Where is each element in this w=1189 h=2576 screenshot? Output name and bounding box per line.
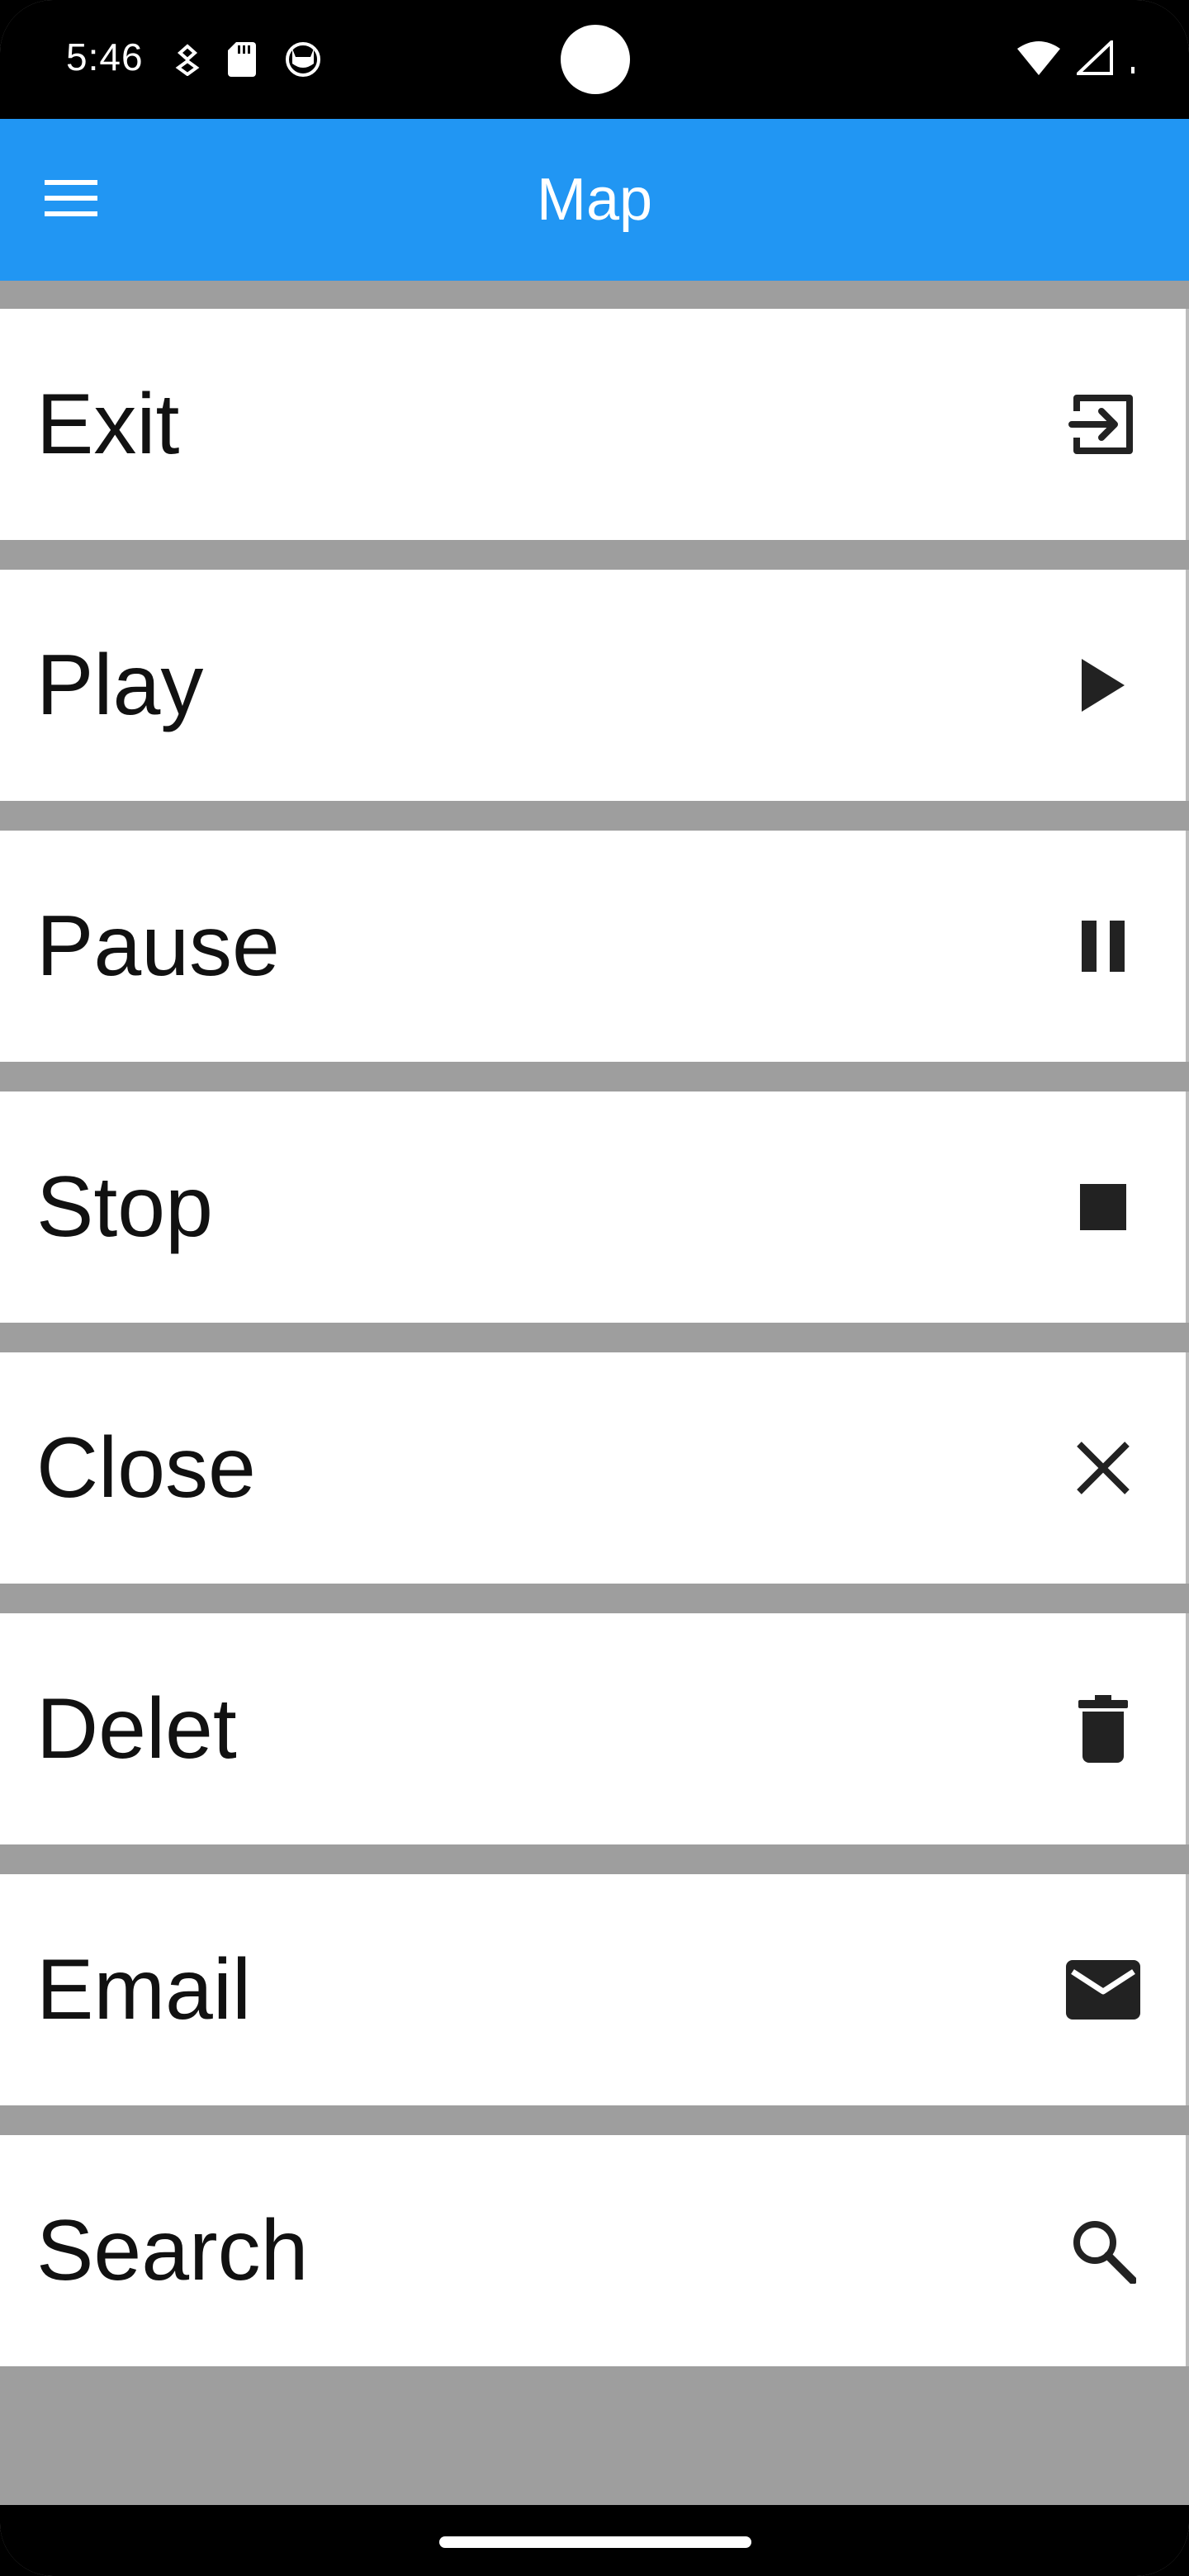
list-item-label: Email (36, 1941, 252, 2038)
app-bar: Map (0, 119, 1189, 281)
status-bar: 5:46 (0, 0, 1189, 119)
delete-icon (1054, 1679, 1153, 1778)
navigation-bar (0, 2505, 1189, 2576)
battery-icon (1130, 40, 1136, 79)
list-item-label: Play (36, 637, 204, 733)
list-item-label: Pause (36, 897, 280, 994)
close-icon (1054, 1418, 1153, 1518)
list-item-label: Stop (36, 1158, 213, 1255)
list-item-label: Close (36, 1419, 256, 1516)
status-time: 5:46 (66, 36, 144, 78)
list-item-stop[interactable]: Stop (0, 1091, 1189, 1323)
health-icon (175, 43, 200, 80)
cat-face-icon (284, 40, 322, 83)
list-item-close[interactable]: Close (0, 1352, 1189, 1584)
stop-icon (1054, 1158, 1153, 1257)
exit-icon (1054, 375, 1153, 474)
menu-icon (45, 178, 97, 222)
search-icon (1054, 2201, 1153, 2300)
list-item-play[interactable]: Play (0, 570, 1189, 801)
signal-icon (1073, 37, 1113, 79)
play-icon (1054, 636, 1153, 735)
list-item-email[interactable]: Email (0, 1874, 1189, 2105)
list-item-delete[interactable]: Delet (0, 1613, 1189, 1844)
sd-card-icon (228, 41, 256, 81)
front-camera (561, 25, 630, 94)
pause-icon (1054, 897, 1153, 996)
list-item-pause[interactable]: Pause (0, 831, 1189, 1062)
list-item-label: Search (36, 2202, 309, 2299)
email-icon (1054, 1940, 1153, 2039)
list-item-search[interactable]: Search (0, 2135, 1189, 2366)
home-gesture-handle[interactable] (439, 2536, 751, 2548)
page-title: Map (536, 167, 653, 233)
list-item-exit[interactable]: Exit (0, 309, 1189, 540)
list-item-label: Delet (36, 1680, 237, 1777)
phone-screen: 5:46 Map Exit Play Pause Stop Close Dele… (0, 0, 1189, 2576)
wifi-icon (1017, 40, 1060, 79)
menu-button[interactable] (30, 159, 112, 241)
list-item-label: Exit (36, 376, 180, 472)
